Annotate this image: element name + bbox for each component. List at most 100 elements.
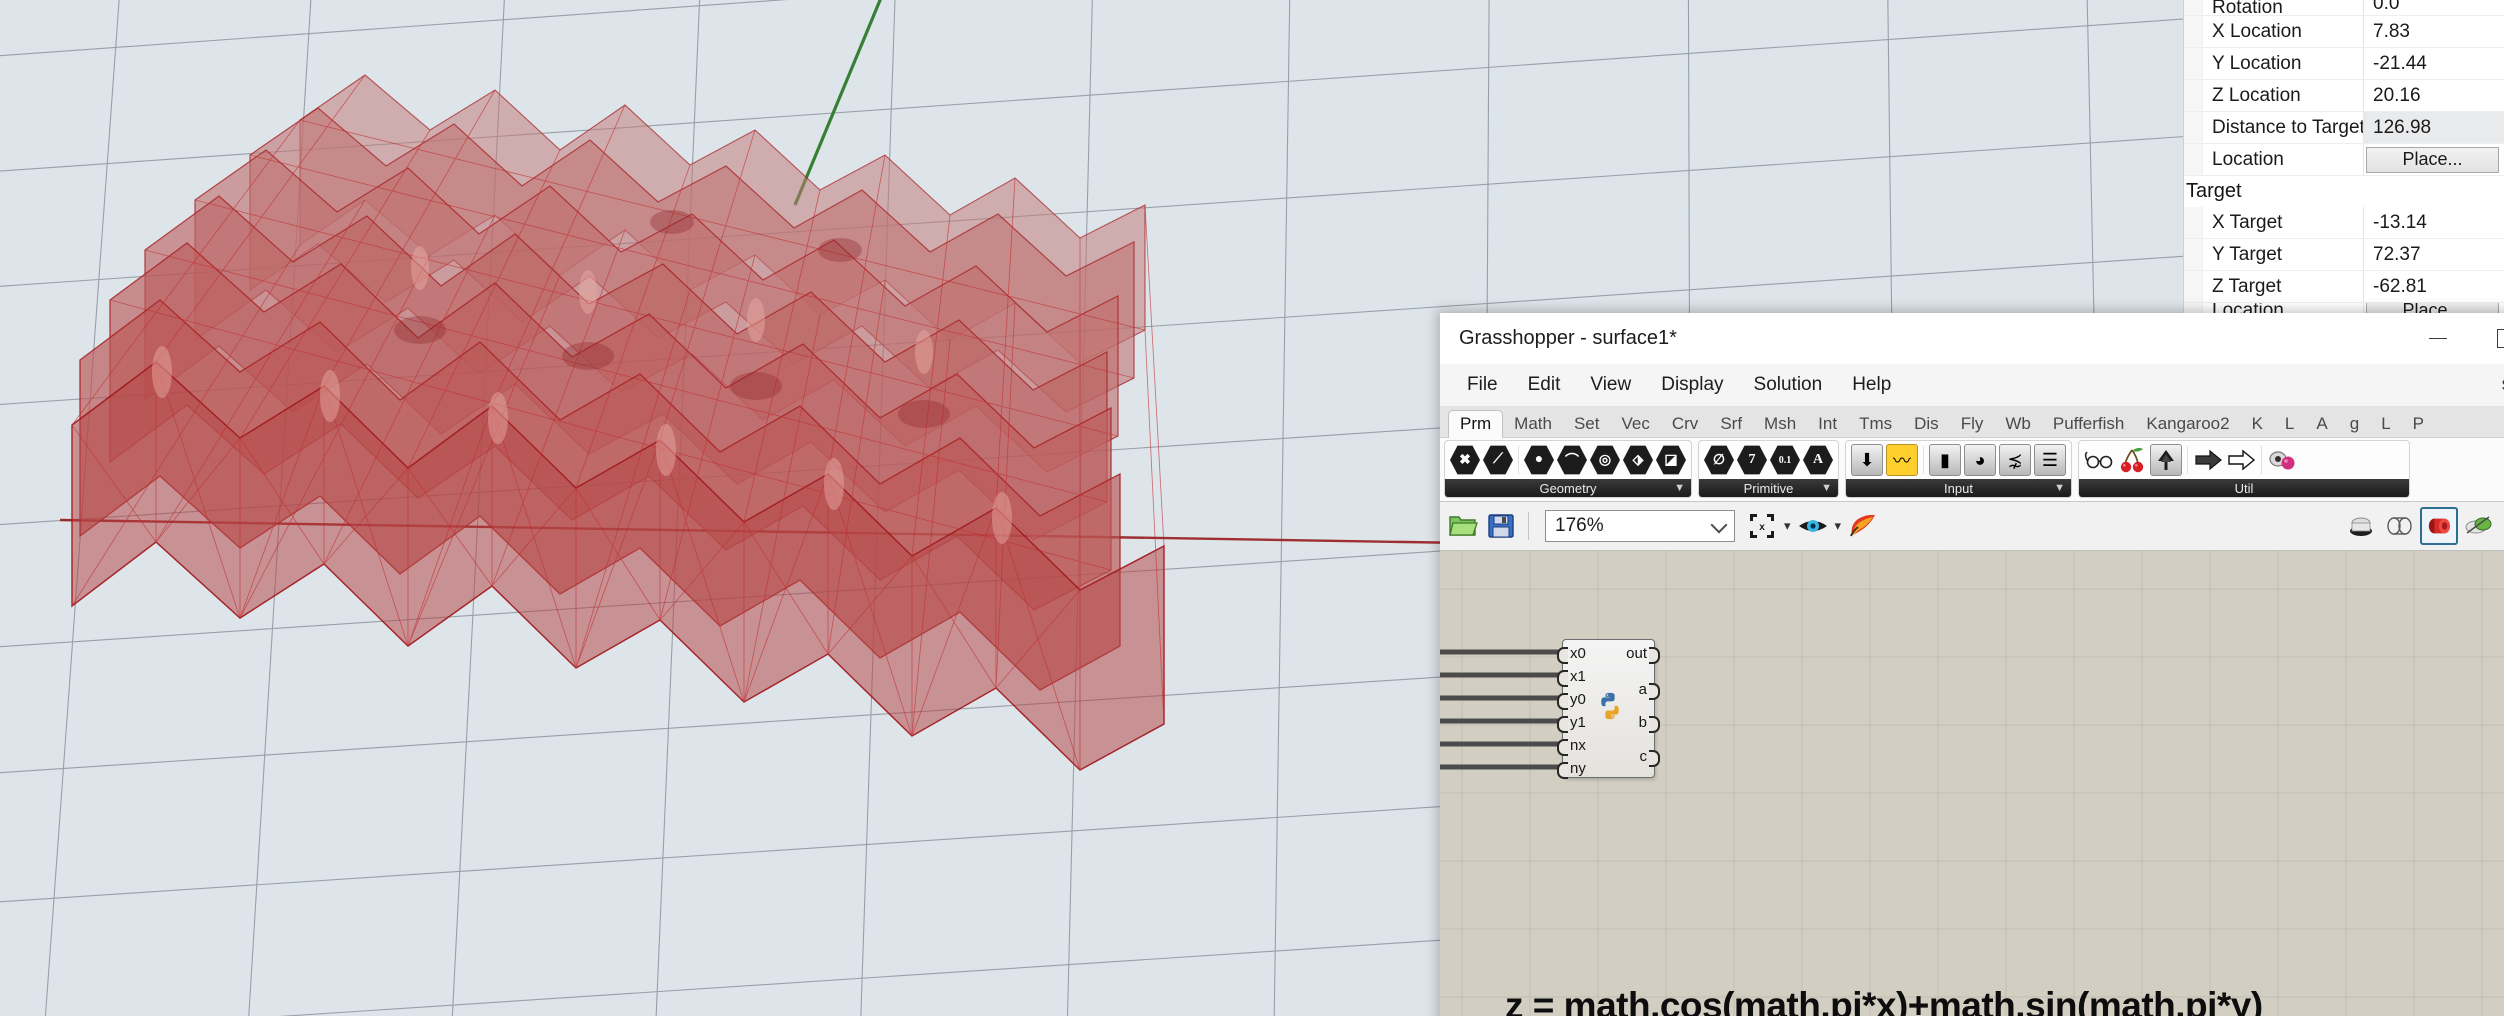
property-row-x-location[interactable]: X Location 7.83 xyxy=(2184,16,2504,48)
boolean-toggle-icon[interactable]: ▮ xyxy=(1929,444,1961,476)
gradient-icon[interactable]: 〰 xyxy=(1886,444,1918,476)
grasshopper-canvas[interactable]: x0 x1 y0 y1 nx ny out a b c z = math.cos… xyxy=(1440,551,2504,1016)
maximize-button[interactable] xyxy=(2472,313,2504,363)
tab-p[interactable]: P xyxy=(2402,411,2435,437)
input-port-nx[interactable] xyxy=(1557,739,1568,756)
knob-icon[interactable]: ◕ xyxy=(1964,444,1996,476)
property-value[interactable]: -13.14 xyxy=(2363,207,2504,238)
text-param-icon[interactable]: A xyxy=(1803,445,1833,475)
group-overflow-arrow-icon[interactable]: ▼ xyxy=(2054,482,2065,494)
integer-param-icon[interactable]: 7 xyxy=(1737,445,1767,475)
open-folder-icon[interactable] xyxy=(1446,509,1480,543)
tab-math[interactable]: Math xyxy=(1503,411,1563,437)
menu-view[interactable]: View xyxy=(1575,370,1646,400)
surface-param-icon[interactable]: ◎ xyxy=(1590,445,1620,475)
window-titlebar[interactable]: Grasshopper - surface1* xyxy=(1440,313,2504,364)
group-overflow-arrow-icon[interactable]: ▼ xyxy=(1674,482,1685,494)
tab-l-1[interactable]: L xyxy=(2274,411,2305,437)
number-slider-icon[interactable]: ⬇ xyxy=(1851,444,1883,476)
tab-srf[interactable]: Srf xyxy=(1709,411,1753,437)
tab-crv[interactable]: Crv xyxy=(1661,411,1709,437)
group-overflow-arrow-icon[interactable]: ▼ xyxy=(1821,482,1832,494)
tab-msh[interactable]: Msh xyxy=(1753,411,1807,437)
zoom-extents-dropdown-icon[interactable]: ▾ xyxy=(1784,518,1791,534)
chevron-down-icon[interactable] xyxy=(1710,516,1728,534)
property-row-distance-to-target[interactable]: Distance to Target 126.98 xyxy=(2184,112,2504,144)
eye-preview-dropdown-icon[interactable]: ▾ xyxy=(1835,518,1842,534)
property-value[interactable]: 72.37 xyxy=(2363,239,2504,270)
panel-icon[interactable]: ☰ xyxy=(2034,444,2066,476)
glasses-icon[interactable] xyxy=(2084,445,2114,475)
save-floppy-icon[interactable] xyxy=(1484,509,1518,543)
tab-l-2[interactable]: L xyxy=(2370,411,2401,437)
input-port-ny[interactable] xyxy=(1557,762,1568,779)
tab-a[interactable]: A xyxy=(2305,411,2338,437)
property-value[interactable]: -62.81 xyxy=(2363,271,2504,302)
property-value[interactable]: 126.98 xyxy=(2363,112,2504,143)
output-port-b[interactable] xyxy=(1649,716,1660,733)
property-value[interactable]: 7.83 xyxy=(2363,16,2504,47)
grasshopper-window[interactable]: Grasshopper - surface1* File Edit View D… xyxy=(1440,313,2504,1016)
input-port-x1[interactable] xyxy=(1557,670,1568,687)
curve-param-icon[interactable]: ⌒ xyxy=(1557,445,1587,475)
menu-display[interactable]: Display xyxy=(1646,370,1738,400)
point-param-icon[interactable]: ● xyxy=(1524,445,1554,475)
boolean-param-icon[interactable]: ∅ xyxy=(1704,445,1734,475)
arrow-right-outline-icon[interactable] xyxy=(2226,445,2256,475)
number-param-icon[interactable]: 0.1 xyxy=(1770,445,1800,475)
input-port-y0[interactable] xyxy=(1557,693,1568,710)
tab-tms[interactable]: Tms xyxy=(1848,411,1903,437)
tab-kangaroo2[interactable]: Kangaroo2 xyxy=(2135,411,2240,437)
bake-icon[interactable] xyxy=(1846,509,1880,543)
cherries-icon[interactable] xyxy=(2117,445,2147,475)
tab-wb[interactable]: Wb xyxy=(1994,411,2042,437)
property-row-z-target[interactable]: Z Target -62.81 xyxy=(2184,271,2504,303)
property-row-rotation[interactable]: Rotation 0.0 xyxy=(2184,0,2504,16)
preview-shaded-icon[interactable] xyxy=(2420,507,2458,545)
menu-solution[interactable]: Solution xyxy=(1739,370,1838,400)
preview-sphere-icon[interactable] xyxy=(2500,509,2504,543)
tab-g[interactable]: g xyxy=(2339,411,2370,437)
input-port-y1[interactable] xyxy=(1557,716,1568,733)
preview-shaded-off-icon[interactable] xyxy=(2344,509,2378,543)
menu-file[interactable]: File xyxy=(1452,370,1513,400)
output-port-out[interactable] xyxy=(1649,647,1660,664)
property-row-y-target[interactable]: Y Target 72.37 xyxy=(2184,239,2504,271)
property-value[interactable]: 20.16 xyxy=(2363,80,2504,111)
tab-vec[interactable]: Vec xyxy=(1611,411,1661,437)
python-script-component[interactable]: x0 x1 y0 y1 nx ny out a b c xyxy=(1557,639,1660,779)
value-list-icon[interactable]: ⋨ xyxy=(1999,444,2031,476)
property-row-y-location[interactable]: Y Location -21.44 xyxy=(2184,48,2504,80)
property-row-location[interactable]: Location Place... xyxy=(2184,144,2504,176)
input-port-x0[interactable] xyxy=(1557,647,1568,664)
property-row-x-target[interactable]: X Target -13.14 xyxy=(2184,207,2504,239)
property-value[interactable]: -21.44 xyxy=(2363,48,2504,79)
property-row-z-location[interactable]: Z Location 20.16 xyxy=(2184,80,2504,112)
tab-prm[interactable]: Prm xyxy=(1448,410,1504,438)
geometry-pipeline-icon[interactable]: ⟋ xyxy=(1483,445,1513,475)
tab-pufferfish[interactable]: Pufferfish xyxy=(2042,411,2136,437)
zoom-extents-icon[interactable]: x xyxy=(1745,509,1779,543)
brep-param-icon[interactable]: ⬗ xyxy=(1623,445,1653,475)
property-value: 0.0 xyxy=(2363,0,2504,15)
preview-meshed-icon[interactable] xyxy=(2462,509,2496,543)
output-port-c[interactable] xyxy=(1649,750,1660,767)
tab-set[interactable]: Set xyxy=(1563,411,1611,437)
mesh-param-icon[interactable]: ◪ xyxy=(1656,445,1686,475)
zoom-level-combobox[interactable]: 176% xyxy=(1545,510,1735,542)
minimize-button[interactable] xyxy=(2404,313,2472,363)
geometry-param-icon[interactable]: ✖ xyxy=(1450,445,1480,475)
preview-wireframe-icon[interactable] xyxy=(2382,509,2416,543)
arrow-right-filled-icon[interactable] xyxy=(2193,445,2223,475)
menu-edit[interactable]: Edit xyxy=(1513,370,1576,400)
tab-k[interactable]: K xyxy=(2241,411,2274,437)
tab-fly[interactable]: Fly xyxy=(1950,411,1995,437)
tab-dis[interactable]: Dis xyxy=(1903,411,1950,437)
cluster-icon[interactable] xyxy=(2267,445,2297,475)
menu-help[interactable]: Help xyxy=(1837,370,1906,400)
place-location-button[interactable]: Place... xyxy=(2366,146,2499,173)
tab-int[interactable]: Int xyxy=(1807,411,1848,437)
output-port-a[interactable] xyxy=(1649,683,1660,700)
eye-preview-icon[interactable] xyxy=(1796,509,1830,543)
tree-icon[interactable] xyxy=(2150,444,2182,476)
